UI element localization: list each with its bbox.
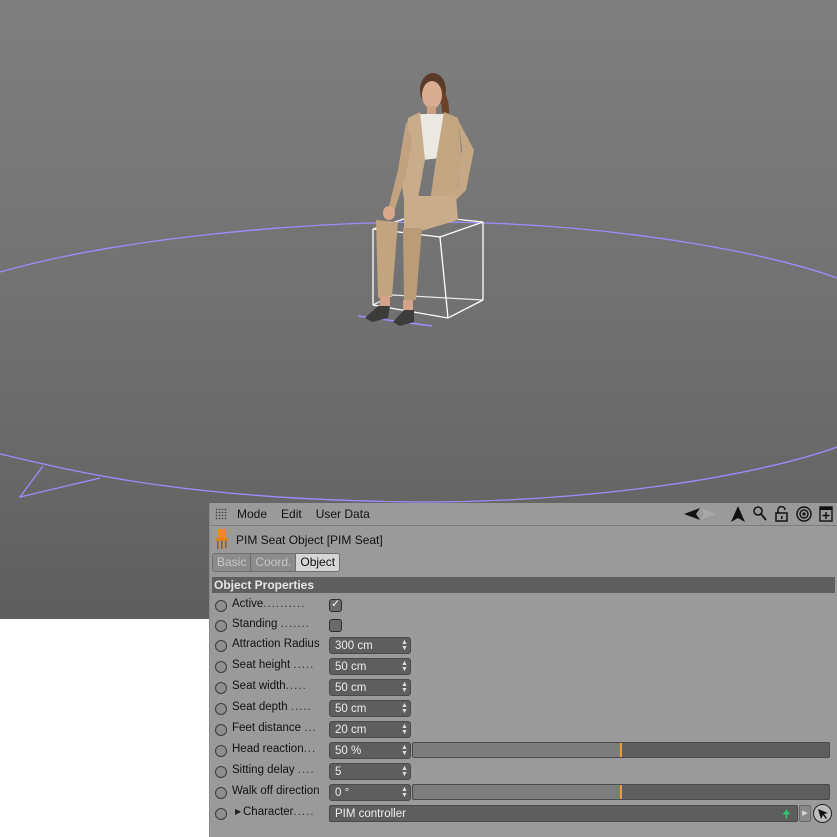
spinner-arrows-icon[interactable]: ▲ ▼ bbox=[401, 639, 408, 652]
property-head-reaction: Head reaction... 50 % ▲ ▼ bbox=[210, 741, 837, 762]
property-seat-width: Seat width..... 50 cm ▲ ▼ bbox=[210, 678, 837, 699]
attraction-radius-field[interactable]: 300 cm ▲ ▼ bbox=[329, 637, 411, 654]
head-reaction-slider[interactable] bbox=[412, 742, 830, 758]
expand-triangle-icon[interactable]: ▶ bbox=[235, 807, 241, 816]
character-figure bbox=[365, 73, 474, 326]
slider-fill bbox=[413, 743, 621, 757]
walk-off-direction-arrow bbox=[18, 465, 101, 499]
character-figure-icon: 🠉 bbox=[781, 809, 791, 821]
animate-radio[interactable] bbox=[215, 620, 227, 632]
walk-off-direction-field[interactable]: 0 ° ▲ ▼ bbox=[329, 784, 411, 801]
standing-checkbox[interactable] bbox=[329, 619, 342, 632]
spinner-arrows-icon[interactable]: ▲ ▼ bbox=[401, 723, 408, 736]
tab-bar: Basic Coord. Object bbox=[212, 553, 341, 572]
menu-edit[interactable]: Edit bbox=[281, 507, 302, 521]
animate-radio[interactable] bbox=[215, 682, 227, 694]
property-label: Seat depth bbox=[232, 701, 288, 713]
animate-radio[interactable] bbox=[215, 724, 227, 736]
property-label: Head reaction bbox=[232, 743, 304, 755]
attraction-radius-circle-front bbox=[0, 446, 837, 503]
animate-radio[interactable] bbox=[215, 703, 227, 715]
feet-distance-field[interactable]: 20 cm ▲ ▼ bbox=[329, 721, 411, 738]
animate-radio[interactable] bbox=[215, 745, 227, 757]
seat-width-field[interactable]: 50 cm ▲ ▼ bbox=[329, 679, 411, 696]
menu-user-data[interactable]: User Data bbox=[316, 507, 370, 521]
toolbar bbox=[684, 506, 834, 522]
walk-off-direction-slider[interactable] bbox=[412, 784, 830, 800]
property-feet-distance: Feet distance ... 20 cm ▲ ▼ bbox=[210, 720, 837, 741]
up-arrow-icon[interactable] bbox=[730, 506, 746, 522]
seat-object-icon bbox=[216, 528, 228, 552]
animate-radio[interactable] bbox=[215, 787, 227, 799]
section-header: Object Properties bbox=[212, 577, 835, 593]
property-walk-off-direction: Walk off direction 0 ° ▲ ▼ bbox=[210, 783, 837, 804]
active-checkbox[interactable]: ✓ bbox=[329, 598, 342, 612]
search-icon[interactable] bbox=[752, 506, 768, 522]
panel-grip-icon[interactable] bbox=[215, 508, 227, 520]
tab-coord[interactable]: Coord. bbox=[251, 554, 297, 571]
object-title: PIM Seat Object [PIM Seat] bbox=[216, 528, 383, 552]
property-attraction-radius: Attraction Radius 300 cm ▲ ▼ bbox=[210, 636, 837, 657]
animate-radio[interactable] bbox=[215, 600, 227, 612]
object-name: PIM Seat Object [PIM Seat] bbox=[236, 533, 383, 547]
link-menu-button[interactable]: ▶ bbox=[799, 805, 811, 822]
tab-basic[interactable]: Basic bbox=[213, 554, 252, 571]
property-seat-depth: Seat depth ..... 50 cm ▲ ▼ bbox=[210, 699, 837, 720]
sitting-delay-field[interactable]: 5 ▲ ▼ bbox=[329, 763, 411, 780]
property-label: Attraction Radius bbox=[232, 638, 320, 650]
slider-handle[interactable] bbox=[620, 743, 622, 757]
property-label: Active bbox=[232, 598, 264, 610]
animate-radio[interactable] bbox=[215, 808, 227, 820]
back-arrow-icon[interactable] bbox=[684, 506, 718, 522]
attribute-manager: Mode Edit User Data PIM Seat Object [PIM… bbox=[209, 503, 837, 837]
spinner-arrows-icon[interactable]: ▲ ▼ bbox=[401, 702, 408, 715]
animate-radio[interactable] bbox=[215, 661, 227, 673]
animate-radio[interactable] bbox=[215, 640, 227, 652]
property-label: Walk off direction bbox=[232, 785, 320, 797]
property-character: ▶ Character..... PIM controller 🠉 ▶ bbox=[210, 804, 837, 825]
seat-height-field[interactable]: 50 cm ▲ ▼ bbox=[329, 658, 411, 675]
seat-depth-field[interactable]: 50 cm ▲ ▼ bbox=[329, 700, 411, 717]
spinner-arrows-icon[interactable]: ▲ ▼ bbox=[401, 660, 408, 673]
property-label: Feet distance bbox=[232, 722, 302, 734]
slider-handle[interactable] bbox=[620, 785, 622, 799]
menu-bar: Mode Edit User Data bbox=[210, 503, 837, 526]
property-label: Sitting delay bbox=[232, 764, 295, 776]
head-reaction-field[interactable]: 50 % ▲ ▼ bbox=[329, 742, 411, 759]
target-icon[interactable] bbox=[796, 506, 812, 522]
spinner-arrows-icon[interactable]: ▲ ▼ bbox=[401, 765, 408, 778]
property-seat-height: Seat height ..... 50 cm ▲ ▼ bbox=[210, 657, 837, 678]
property-sitting-delay: Sitting delay .... 5 ▲ ▼ bbox=[210, 762, 837, 783]
slider-fill bbox=[413, 785, 621, 799]
property-label: Standing bbox=[232, 618, 278, 630]
property-active: Active.......... ✓ bbox=[210, 596, 837, 617]
property-label: Character bbox=[243, 806, 294, 818]
lock-icon[interactable] bbox=[774, 506, 790, 522]
character-link-field[interactable]: PIM controller 🠉 bbox=[329, 805, 798, 822]
pick-session-icon[interactable] bbox=[813, 804, 832, 823]
new-panel-icon[interactable] bbox=[818, 506, 834, 522]
menu-mode[interactable]: Mode bbox=[237, 507, 267, 521]
spinner-arrows-icon[interactable]: ▲ ▼ bbox=[401, 681, 408, 694]
check-icon: ✓ bbox=[331, 598, 341, 610]
spinner-arrows-icon[interactable]: ▲ ▼ bbox=[401, 744, 408, 757]
spinner-arrows-icon[interactable]: ▲ ▼ bbox=[401, 786, 408, 799]
property-standing: Standing ....... bbox=[210, 616, 837, 637]
tab-object[interactable]: Object bbox=[296, 554, 340, 571]
property-label: Seat height bbox=[232, 659, 291, 671]
animate-radio[interactable] bbox=[215, 766, 227, 778]
property-label: Seat width bbox=[232, 680, 286, 692]
